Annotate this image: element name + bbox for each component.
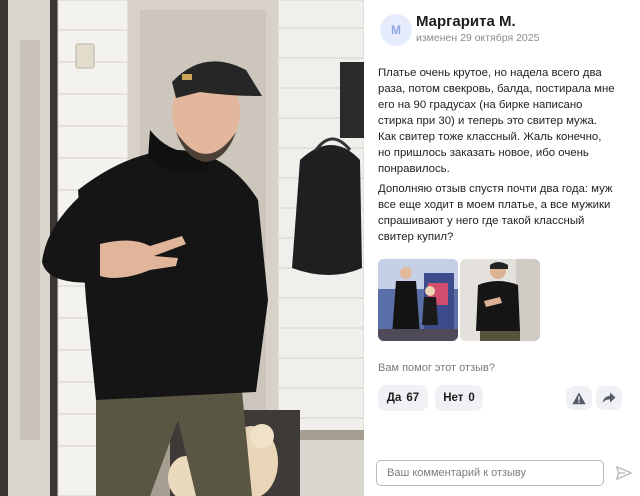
helpful-no-label: Нет [443,392,464,404]
photo-illustration [0,0,364,496]
review-line: но пришлось заказать новое, ибо очень [378,147,589,159]
send-comment-button[interactable] [612,462,636,484]
dress-photo-illustration [378,259,458,341]
helpful-question: Вам помог этот отзыв? [378,362,495,374]
review-photo-thumbnail-1[interactable] [378,259,458,341]
author-name[interactable]: Маргарита М. [416,13,516,30]
review-line: Платье очень крутое, но надела всего два [378,67,602,79]
review-edited-date: изменен 29 октября 2025 [416,32,540,44]
review-line: Дополняю отзыв спустя почти два года: му… [378,183,613,195]
review-line: понравилось. [378,163,450,175]
review-line: Как свитер тоже классный. Жаль конечно, [378,131,602,143]
review-panel: М Маргарита М. изменен 29 октября 2025 П… [364,0,640,496]
helpful-yes-count: 67 [406,392,420,404]
share-arrow-icon [602,392,616,403]
review-text-paragraph-2: Дополняю отзыв спустя почти два года: му… [378,181,630,245]
review-line: его на 90 градусах (на бирке написано [378,99,583,111]
helpful-no-button[interactable]: Нет 0 [435,385,483,411]
helpful-yes-label: Да [386,392,402,404]
send-icon [616,466,632,480]
helpful-yes-button[interactable]: Да 67 [378,385,428,411]
share-button[interactable] [596,386,622,410]
report-button[interactable] [566,386,592,410]
review-line: спрашивают у него где такой классный [378,215,585,227]
review-photo-thumbnail-2[interactable] [460,259,540,341]
review-line: раза, потом свекровь, балда, постирала м… [378,83,615,95]
warning-icon [572,392,586,404]
review-line: все еще ходит в моем платье, а все мужик… [378,199,611,211]
comment-input[interactable] [376,460,604,486]
sweater-photo-illustration [460,259,540,341]
helpful-no-count: 0 [468,392,475,404]
author-avatar: М [380,14,412,46]
review-text-paragraph-1: Платье очень крутое, но надела всего два… [378,65,630,177]
review-main-photo[interactable] [0,0,364,496]
review-line: свитер купил? [378,231,454,243]
review-line: стирка при 30) и теперь это свитер мужа. [378,115,597,127]
